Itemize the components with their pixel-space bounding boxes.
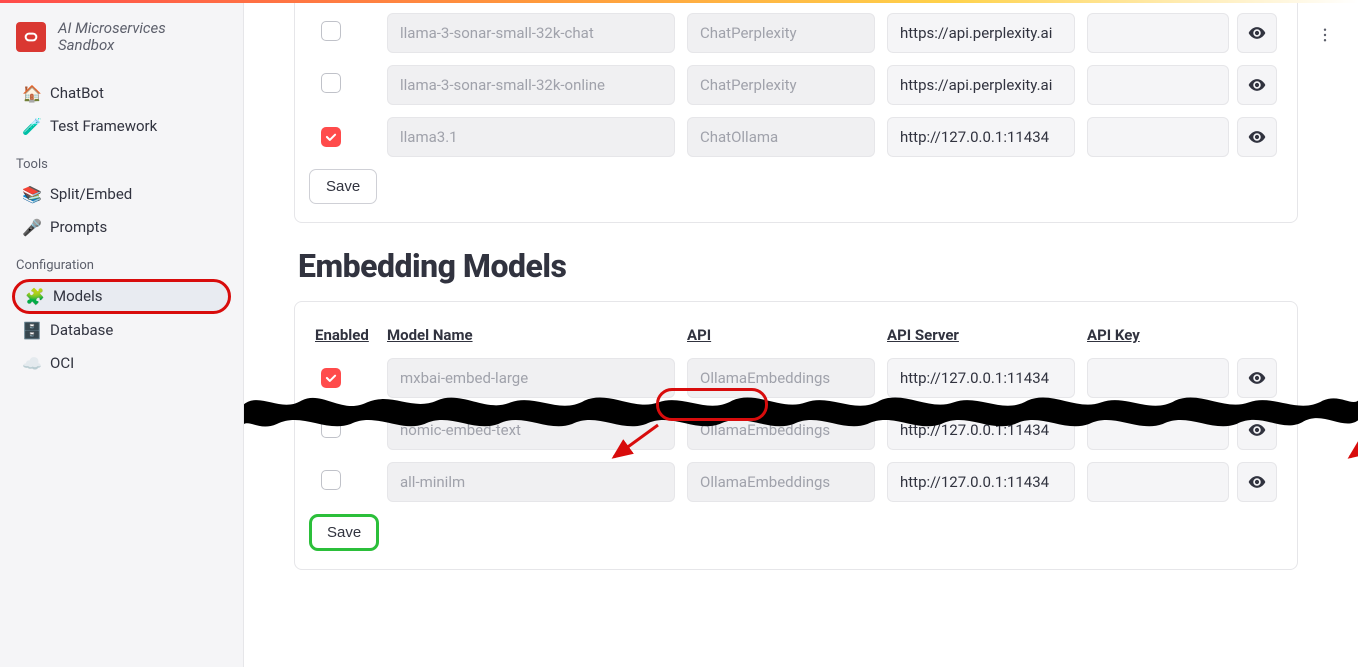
embedding-section-title: Embedding Models [298,247,1294,285]
llm-api-input [687,117,875,157]
embed-enabled-checkbox[interactable] [321,368,341,388]
sidebar-item-label: Test Framework [50,117,157,135]
sidebar-item-split-embed-icon: 📚 [22,185,40,204]
brand-line1: AI Microservices [58,20,166,37]
eye-icon [1247,368,1267,388]
llm-enabled-checkbox[interactable] [321,21,341,41]
sidebar-item-database[interactable]: 🗄️ Database [12,314,231,347]
llm-api-server-input[interactable] [887,13,1075,53]
eye-icon [1247,127,1267,147]
col-header-enabled: Enabled [309,326,381,346]
sidebar-item-oci-icon: ☁️ [22,354,40,373]
eye-icon [1247,472,1267,492]
llm-api-input [687,65,875,105]
embed-api-input [687,462,875,502]
embed-api-key-input[interactable] [1087,462,1229,502]
sidebar-item-label: Models [53,287,102,305]
annotation-callout-name [656,388,768,421]
llm-row [309,65,1283,105]
sidebar-section-label: Configuration [16,258,231,273]
llm-row [309,117,1283,157]
llm-api-server-input[interactable] [887,65,1075,105]
sidebar-item-prompts[interactable]: 🎤 Prompts [12,211,231,244]
llm-model-name-input [387,13,675,53]
sidebar-item-label: OCI [50,354,74,372]
embed-enabled-checkbox[interactable] [321,470,341,490]
embedding-save-button[interactable]: Save [309,514,379,551]
sidebar: AI Microservices Sandbox 🏠 ChatBot 🧪 Test F… [0,0,244,667]
llm-api-key-input[interactable] [1087,117,1229,157]
col-header-server: API Server [881,326,1081,346]
top-gradient-bar [0,0,1358,3]
sidebar-item-prompts-icon: 🎤 [22,218,40,237]
llm-row [309,13,1283,53]
llm-enabled-checkbox[interactable] [321,127,341,147]
col-header-api: API [681,326,881,346]
brand-line2: Sandbox [58,37,166,54]
sidebar-item-oci[interactable]: ☁️ OCI [12,347,231,380]
annotation-arrow-to-server [1344,425,1358,479]
col-header-key: API Key [1081,326,1283,346]
brand-logo [16,22,46,52]
sidebar-item-test-framework-icon: 🧪 [22,117,40,136]
sidebar-item-database-icon: 🗄️ [22,321,40,340]
sidebar-item-test-framework[interactable]: 🧪 Test Framework [12,110,231,143]
llm-models-panel: Save [294,0,1298,223]
llm-enabled-checkbox[interactable] [321,73,341,93]
sidebar-section-label: Tools [16,157,231,172]
embed-row [309,462,1283,502]
brand: AI Microservices Sandbox [16,20,227,55]
sidebar-item-chatbot-icon: 🏠 [22,84,40,103]
annotation-torn-band [244,388,1358,433]
llm-reveal-key-button[interactable] [1237,13,1277,53]
sidebar-item-split-embed[interactable]: 📚 Split/Embed [12,178,231,211]
sidebar-item-models-icon: 🧩 [25,287,43,306]
eye-icon [1247,23,1267,43]
sidebar-item-label: Database [50,321,113,339]
embedding-models-panel: Enabled Model Name API API Server API Ke… [294,301,1298,570]
sidebar-item-models[interactable]: 🧩 Models [12,279,231,314]
sidebar-item-label: Split/Embed [50,185,132,203]
llm-model-name-input [387,65,675,105]
main-area: Save Embedding Models Enabled Model Name… [244,0,1358,667]
llm-api-server-input[interactable] [887,117,1075,157]
sidebar-item-label: Prompts [50,218,107,236]
col-header-name: Model Name [381,326,681,346]
sidebar-item-chatbot[interactable]: 🏠 ChatBot [12,77,231,110]
kebab-menu-button[interactable] [1316,26,1334,48]
llm-model-name-input [387,117,675,157]
embed-api-server-input[interactable] [887,462,1075,502]
llm-reveal-key-button[interactable] [1237,117,1277,157]
llm-api-input [687,13,875,53]
llm-models-table [309,1,1283,169]
llm-api-key-input[interactable] [1087,13,1229,53]
brand-title: AI Microservices Sandbox [58,20,166,55]
sidebar-item-label: ChatBot [50,84,104,102]
llm-reveal-key-button[interactable] [1237,65,1277,105]
llm-api-key-input[interactable] [1087,65,1229,105]
llm-save-button[interactable]: Save [309,169,377,204]
eye-icon [1247,75,1267,95]
annotation-arrow-to-enabled [608,425,668,479]
embed-reveal-key-button[interactable] [1237,462,1277,502]
